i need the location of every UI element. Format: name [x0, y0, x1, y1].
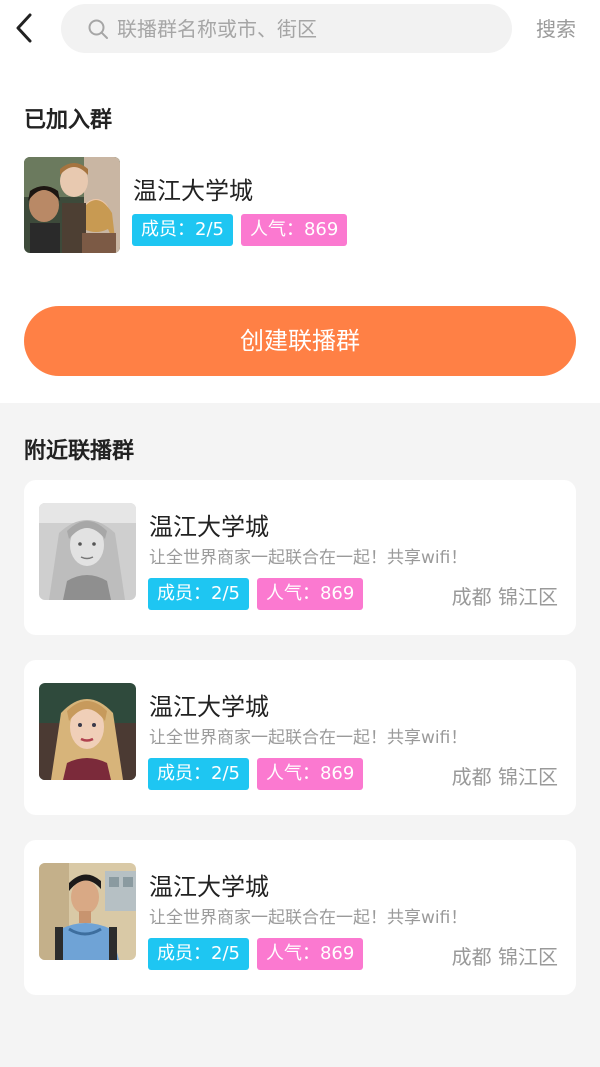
joined-group-name: 温江大学城 [133, 177, 253, 205]
back-button[interactable] [10, 10, 40, 46]
group-description: 让全世界商家一起联合在一起！共享wifi！ [149, 548, 468, 568]
member-count-badge: 成员：2/5 [148, 578, 249, 610]
create-group-button[interactable]: 创建联播群 [24, 306, 576, 376]
group-badges: 成员：2/5 人气：869 [148, 938, 371, 970]
nearby-section-title: 附近联播群 [24, 439, 135, 464]
popularity-badge: 人气：869 [256, 938, 364, 970]
popularity-badge: 人气：869 [240, 214, 348, 246]
group-photo-avatar [24, 157, 120, 253]
popularity-badge: 人气：869 [256, 758, 364, 790]
nearby-group-card[interactable]: 温江大学城 让全世界商家一起联合在一起！共享wifi！ 成员：2/5 人气：869… [24, 480, 576, 635]
member-count-badge: 成员：2/5 [148, 938, 249, 970]
group-location: 成都 锦江区 [451, 765, 558, 789]
search-box[interactable] [61, 4, 512, 53]
blonde-woman-avatar [39, 683, 136, 780]
group-name: 温江大学城 [149, 873, 269, 901]
nearby-group-card[interactable]: 温江大学城 让全世界商家一起联合在一起！共享wifi！ 成员：2/5 人气：869… [24, 660, 576, 815]
group-location: 成都 锦江区 [451, 585, 558, 609]
joined-group-badges: 成员：2/5 人气：869 [132, 214, 355, 246]
header-bar: 搜索 [0, 0, 600, 56]
member-count-badge: 成员：2/5 [148, 758, 249, 790]
chevron-left-icon [16, 13, 32, 43]
blonde-woman-bw-avatar [39, 503, 136, 600]
group-badges: 成员：2/5 人气：869 [148, 758, 371, 790]
search-icon [88, 19, 108, 39]
group-location: 成都 锦江区 [451, 945, 558, 969]
group-name: 温江大学城 [149, 693, 269, 721]
young-man-avatar [39, 863, 136, 960]
group-description: 让全世界商家一起联合在一起！共享wifi！ [149, 728, 468, 748]
search-input[interactable] [117, 4, 497, 53]
member-count-badge: 成员：2/5 [132, 214, 233, 246]
popularity-badge: 人气：869 [256, 578, 364, 610]
joined-section-title: 已加入群 [24, 108, 113, 133]
joined-group-item[interactable]: 温江大学城 成员：2/5 人气：869 [24, 157, 576, 253]
top-section: 搜索 已加入群 温江大学城 成员：2/5人气：869 创建联播群 [0, 0, 600, 403]
group-badges: 成员：2/5 人气：869 [148, 578, 371, 610]
group-name: 温江大学城 [149, 513, 269, 541]
group-description: 让全世界商家一起联合在一起！共享wifi！ [149, 908, 468, 928]
nearby-group-card[interactable]: 温江大学城 让全世界商家一起联合在一起！共享wifi！ 成员：2/5 人气：869… [24, 840, 576, 995]
search-button[interactable]: 搜索 [536, 13, 576, 42]
